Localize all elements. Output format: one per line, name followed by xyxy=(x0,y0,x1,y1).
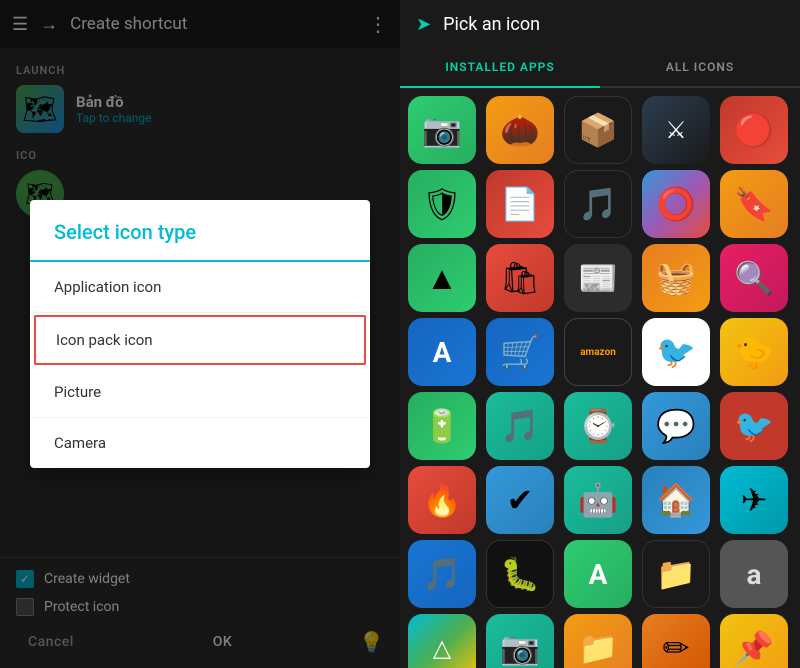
app-icon-23[interactable]: 💬 xyxy=(642,392,710,460)
app-icon-10[interactable]: ▲ xyxy=(408,244,476,312)
app-icon-25[interactable]: 🔥 xyxy=(408,466,476,534)
camera-option[interactable]: Camera xyxy=(30,418,370,468)
app-icon-19[interactable]: 🐤 xyxy=(720,318,788,386)
app-icon-15[interactable]: A xyxy=(408,318,476,386)
app-icon-34[interactable]: a xyxy=(720,540,788,608)
application-icon-option[interactable]: Application icon xyxy=(30,262,370,313)
app-icon-16[interactable]: 🛒 xyxy=(486,318,554,386)
app-icon-30[interactable]: 🎵 xyxy=(408,540,476,608)
app-icon-21[interactable]: 🎵 xyxy=(486,392,554,460)
app-icon-12[interactable]: 📰 xyxy=(564,244,632,312)
app-icon-9[interactable]: 🔖 xyxy=(720,170,788,238)
dialog-overlay: Select icon type Application icon Icon p… xyxy=(0,0,400,668)
app-icon-27[interactable]: 🤖 xyxy=(564,466,632,534)
app-icon-26[interactable]: ✔ xyxy=(486,466,554,534)
pick-icon-arrow: ➤ xyxy=(416,14,431,35)
app-icon-0[interactable]: 📷 xyxy=(408,96,476,164)
installed-apps-tab[interactable]: INSTALLED APPS xyxy=(400,48,600,86)
app-icon-33[interactable]: 📁 xyxy=(642,540,710,608)
dialog-title: Select icon type xyxy=(30,200,370,262)
app-icon-17[interactable]: amazon xyxy=(564,318,632,386)
app-icon-11[interactable]: 🛍 xyxy=(486,244,554,312)
app-icon-31[interactable]: 🐛 xyxy=(486,540,554,608)
app-icon-13[interactable]: 🧺 xyxy=(642,244,710,312)
app-icon-32[interactable]: A xyxy=(564,540,632,608)
app-icon-7[interactable]: 🎵 xyxy=(564,170,632,238)
app-icon-36[interactable]: 📷 xyxy=(486,614,554,668)
picture-option[interactable]: Picture xyxy=(30,367,370,418)
app-icon-2[interactable]: 📦 xyxy=(564,96,632,164)
icons-grid: 📷🌰📦⚔🔴🛡📄🎵⭕🔖▲🛍📰🧺🔍A🛒amazon🐦🐤🔋🎵⌚💬🐦🔥✔🤖🏠✈🎵🐛A📁a… xyxy=(400,88,800,668)
app-icon-37[interactable]: 📁 xyxy=(564,614,632,668)
pick-icon-title: Pick an icon xyxy=(443,14,540,35)
app-icon-29[interactable]: ✈ xyxy=(720,466,788,534)
app-icon-38[interactable]: ✏ xyxy=(642,614,710,668)
right-top-bar: ➤ Pick an icon xyxy=(400,0,800,48)
app-icon-4[interactable]: 🔴 xyxy=(720,96,788,164)
app-icon-39[interactable]: 📌 xyxy=(720,614,788,668)
app-icon-3[interactable]: ⚔ xyxy=(642,96,710,164)
left-panel: ☰ → Create shortcut ⋮ LAUNCH 🗺 Bản đồ Ta… xyxy=(0,0,400,668)
app-icon-22[interactable]: ⌚ xyxy=(564,392,632,460)
app-icon-28[interactable]: 🏠 xyxy=(642,466,710,534)
app-icon-8[interactable]: ⭕ xyxy=(642,170,710,238)
tabs-bar: INSTALLED APPS ALL ICONS xyxy=(400,48,800,88)
app-icon-18[interactable]: 🐦 xyxy=(642,318,710,386)
app-icon-14[interactable]: 🔍 xyxy=(720,244,788,312)
select-icon-dialog: Select icon type Application icon Icon p… xyxy=(30,200,370,468)
app-icon-20[interactable]: 🔋 xyxy=(408,392,476,460)
icon-pack-option[interactable]: Icon pack icon xyxy=(34,315,366,365)
app-icon-1[interactable]: 🌰 xyxy=(486,96,554,164)
app-icon-6[interactable]: 📄 xyxy=(486,170,554,238)
right-panel: ➤ Pick an icon INSTALLED APPS ALL ICONS … xyxy=(400,0,800,668)
all-icons-tab[interactable]: ALL ICONS xyxy=(600,48,800,86)
app-icon-24[interactable]: 🐦 xyxy=(720,392,788,460)
app-icon-5[interactable]: 🛡 xyxy=(408,170,476,238)
app-icon-35[interactable]: △ xyxy=(408,614,476,668)
